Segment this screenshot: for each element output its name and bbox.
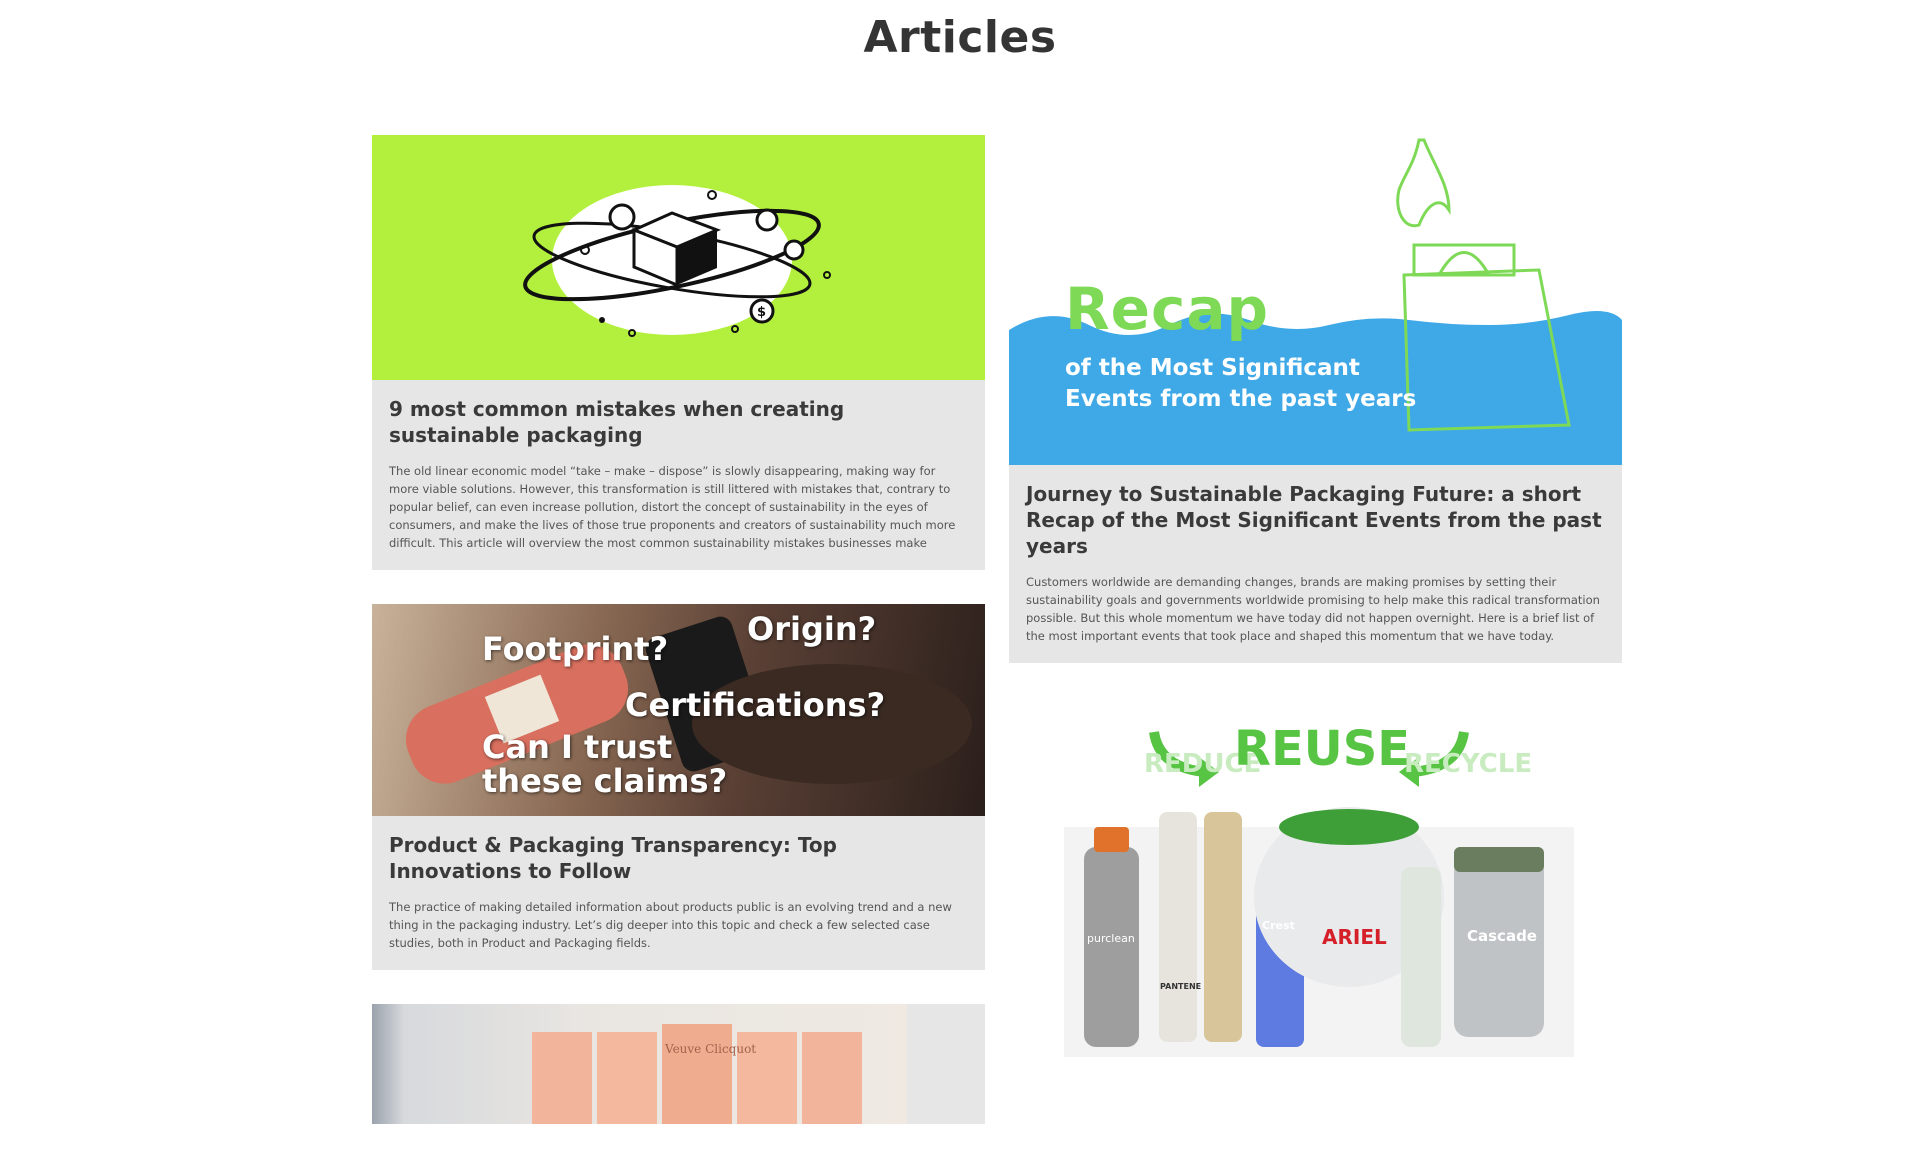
overlay-trust-line1: Can I trust	[482, 728, 673, 766]
article-image[interactable]: REDUCE RECYCLE REUSE ARIEL Cascade Crest…	[1009, 697, 1622, 1077]
overlay-origin: Origin?	[747, 610, 877, 648]
recap-heading: Recap	[1065, 275, 1270, 343]
overlay-trust-line2: these claims?	[482, 762, 728, 800]
bottle-label: Veuve Clicquot	[665, 1042, 757, 1056]
recap-line1: of the Most Significant	[1065, 355, 1360, 381]
bottle-shape	[802, 1032, 862, 1124]
article-card[interactable]: Recap of the Most Significant Events fro…	[1009, 135, 1622, 663]
article-card[interactable]: Veuve Clicquot	[372, 1004, 985, 1124]
article-excerpt: The practice of making detailed informat…	[389, 900, 952, 950]
articles-column-right: Recap of the Most Significant Events fro…	[1009, 135, 1622, 1111]
article-card[interactable]: Footprint? Origin? Certifications? Can I…	[372, 604, 985, 970]
champagne-photo: Veuve Clicquot	[372, 1004, 907, 1124]
brand-pantene: PANTENE	[1160, 982, 1202, 991]
brand-crest: Crest	[1262, 919, 1295, 932]
overlay-certifications: Certifications?	[625, 686, 886, 724]
article-image[interactable]: Veuve Clicquot	[372, 1004, 985, 1124]
article-excerpt: Customers worldwide are demanding change…	[1026, 575, 1600, 643]
page-title: Articles	[863, 12, 1057, 63]
article-image[interactable]: Recap of the Most Significant Events fro…	[1009, 135, 1622, 465]
article-title[interactable]: Journey to Sustainable Packaging Future:…	[1026, 481, 1605, 559]
recap-line2: Events from the past years	[1065, 386, 1417, 412]
bottle-shape	[662, 1024, 732, 1124]
brand-cascade: Cascade	[1467, 927, 1537, 945]
bottle-shape	[532, 1032, 592, 1124]
article-title[interactable]: Product & Packaging Transparency: Top In…	[389, 832, 968, 884]
overlay-footprint: Footprint?	[482, 630, 669, 668]
brand-ariel: ARIEL	[1322, 925, 1387, 949]
recycle-label: RECYCLE	[1404, 749, 1533, 779]
article-title[interactable]: 9 most common mistakes when creating sus…	[389, 396, 968, 448]
svg-text:$: $	[757, 305, 766, 320]
brand-purclean: purclean	[1087, 932, 1135, 945]
bottle-shape	[597, 1032, 657, 1124]
article-image[interactable]: Footprint? Origin? Certifications? Can I…	[372, 604, 985, 816]
reuse-label: REUSE	[1234, 721, 1411, 777]
article-image[interactable]: $	[372, 135, 985, 380]
article-excerpt: The old linear economic model “take – ma…	[389, 464, 956, 550]
articles-column-left: $ 9 most common mistakes when creating s…	[372, 135, 985, 1158]
article-card[interactable]: $ 9 most common mistakes when creating s…	[372, 135, 985, 570]
article-card[interactable]: REDUCE RECYCLE REUSE ARIEL Cascade Crest…	[1009, 697, 1622, 1077]
box-orbit-illustration-icon: $	[523, 185, 831, 337]
